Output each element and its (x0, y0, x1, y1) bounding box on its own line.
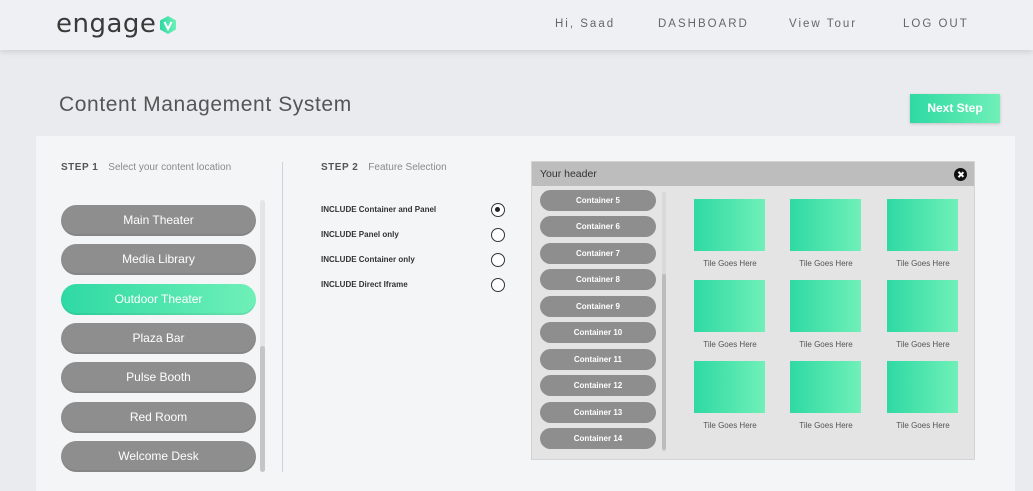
nav-view-tour[interactable]: View Tour (789, 18, 857, 30)
container-button[interactable]: Container 6 (540, 216, 656, 237)
feature-option-label: INCLUDE Panel only (321, 230, 399, 239)
feature-radio-container-only[interactable] (491, 253, 505, 267)
feature-option-label: INCLUDE Container only (321, 255, 415, 264)
container-button[interactable]: Container 10 (540, 322, 656, 343)
tile[interactable] (694, 280, 765, 332)
preview-header-title: Your header (540, 168, 597, 180)
step2-heading: STEP 2 Feature Selection (321, 162, 447, 173)
step-divider (282, 162, 283, 472)
tile-label: Tile Goes Here (896, 421, 950, 430)
feature-radio-container-and-panel[interactable] (491, 203, 505, 217)
tile-label: Tile Goes Here (703, 340, 757, 349)
feature-radio-direct-iframe[interactable] (491, 278, 505, 292)
next-step-button[interactable]: Next Step (910, 94, 1000, 123)
logo-icon (160, 16, 176, 34)
tile-label: Tile Goes Here (703, 421, 757, 430)
container-button[interactable]: Container 12 (540, 375, 656, 396)
location-outdoor-theater[interactable]: Outdoor Theater (61, 284, 256, 315)
tile[interactable] (887, 361, 958, 413)
nav-log-out[interactable]: LOG OUT (903, 18, 969, 30)
tile-label: Tile Goes Here (799, 340, 853, 349)
logo-text[interactable]: engage (56, 9, 156, 39)
preview-header: Your header (532, 162, 974, 186)
feature-radio-panel-only[interactable] (491, 228, 505, 242)
step1-heading: STEP 1 Select your content location (61, 162, 231, 173)
tile[interactable] (887, 199, 958, 251)
tile-label: Tile Goes Here (799, 259, 853, 268)
step1-caption: Select your content location (108, 162, 232, 173)
layout-preview: Your header Container 5 Container 6 Cont… (531, 161, 975, 460)
location-plaza-bar[interactable]: Plaza Bar (61, 323, 256, 354)
step2-caption: Feature Selection (368, 162, 447, 173)
tile-label: Tile Goes Here (896, 340, 950, 349)
tile[interactable] (790, 280, 861, 332)
tile-label: Tile Goes Here (896, 259, 950, 268)
step2-number: STEP 2 (321, 162, 359, 173)
nav-greeting[interactable]: Hi, Saad (555, 18, 615, 30)
tile[interactable] (887, 280, 958, 332)
tile[interactable] (790, 361, 861, 413)
location-welcome-desk[interactable]: Welcome Desk (61, 441, 256, 472)
tile[interactable] (694, 199, 765, 251)
nav-dashboard[interactable]: DASHBOARD (658, 18, 749, 30)
container-list-scroll-thumb[interactable] (662, 274, 666, 450)
container-button[interactable]: Container 7 (540, 243, 656, 264)
step1-number: STEP 1 (61, 162, 99, 173)
container-button[interactable]: Container 13 (540, 402, 656, 423)
close-icon[interactable] (954, 168, 967, 181)
location-media-library[interactable]: Media Library (61, 244, 256, 275)
location-pulse-booth[interactable]: Pulse Booth (61, 362, 256, 393)
tile-label: Tile Goes Here (703, 259, 757, 268)
location-main-theater[interactable]: Main Theater (61, 205, 256, 236)
top-navigation-bar: engage Hi, Saad DASHBOARD View Tour LOG … (0, 0, 1033, 50)
location-list-scroll-thumb[interactable] (260, 346, 265, 472)
container-button[interactable]: Container 8 (540, 269, 656, 290)
feature-option-label: INCLUDE Container and Panel (321, 205, 437, 214)
feature-option-label: INCLUDE Direct Iframe (321, 280, 408, 289)
tile[interactable] (694, 361, 765, 413)
page-title: Content Management System (59, 93, 352, 116)
tile[interactable] (790, 199, 861, 251)
location-red-room[interactable]: Red Room (61, 402, 256, 433)
container-button[interactable]: Container 11 (540, 349, 656, 370)
container-button[interactable]: Container 5 (540, 190, 656, 211)
container-button[interactable]: Container 14 (540, 428, 656, 449)
container-button[interactable]: Container 9 (540, 296, 656, 317)
tile-label: Tile Goes Here (799, 421, 853, 430)
